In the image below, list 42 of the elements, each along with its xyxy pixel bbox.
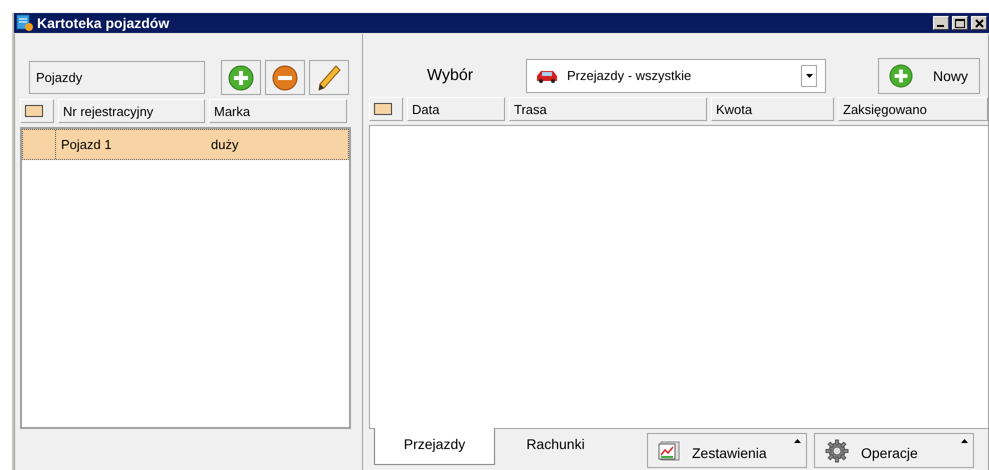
table-cell-text: duży	[210, 137, 240, 152]
dropdown-button[interactable]	[801, 64, 817, 86]
column-header[interactable]	[20, 99, 54, 123]
column-header[interactable]: Trasa	[509, 97, 707, 121]
minimize-button[interactable]	[933, 16, 949, 30]
column-header[interactable]: Data	[407, 97, 505, 121]
maximize-icon	[955, 18, 965, 28]
minus-icon	[272, 64, 298, 90]
app-icon	[16, 14, 34, 32]
close-button[interactable]	[971, 16, 987, 30]
new-button[interactable]: Nowy	[878, 58, 980, 94]
car-icon	[535, 68, 559, 82]
caret-icon	[806, 74, 812, 78]
menu-button[interactable]: Operacje	[814, 433, 974, 468]
up-arrow-icon	[961, 439, 968, 443]
column-header[interactable]: Kwota	[711, 97, 834, 121]
column-header[interactable]: Zaksięgowano	[838, 97, 988, 121]
filter-label: Wybór	[427, 66, 474, 84]
edit-button[interactable]	[309, 60, 349, 95]
tab[interactable]: Rachunki	[495, 428, 616, 465]
chart-icon	[658, 440, 680, 460]
tab[interactable]: Przejazdy	[374, 428, 495, 465]
close-icon	[974, 18, 984, 28]
input-field[interactable]: Pojazdy	[29, 61, 205, 94]
window-title: Kartoteka pojazdów	[37, 15, 170, 31]
checkbox-icon	[374, 103, 392, 115]
add-button[interactable]	[221, 60, 261, 95]
maximize-button[interactable]	[952, 16, 968, 30]
column-header[interactable]: Marka	[209, 99, 347, 123]
checkbox-icon	[25, 105, 43, 117]
column-header[interactable]	[369, 97, 403, 121]
remove-button[interactable]	[265, 60, 305, 95]
pencil-icon	[316, 64, 342, 92]
menu-button[interactable]: Zestawienia	[647, 433, 807, 468]
table-row[interactable]: Pojazd 1 duży	[22, 129, 349, 160]
gear-icon	[825, 438, 849, 462]
column-header[interactable]: Nr rejestracyjny	[58, 99, 205, 123]
table-cell-text: Pojazd 1	[60, 137, 113, 152]
up-arrow-icon	[794, 439, 801, 443]
plus-icon	[228, 64, 254, 90]
filter-dropdown[interactable]: Przejazdy - wszystkie	[526, 58, 826, 92]
plus-icon	[889, 64, 913, 88]
